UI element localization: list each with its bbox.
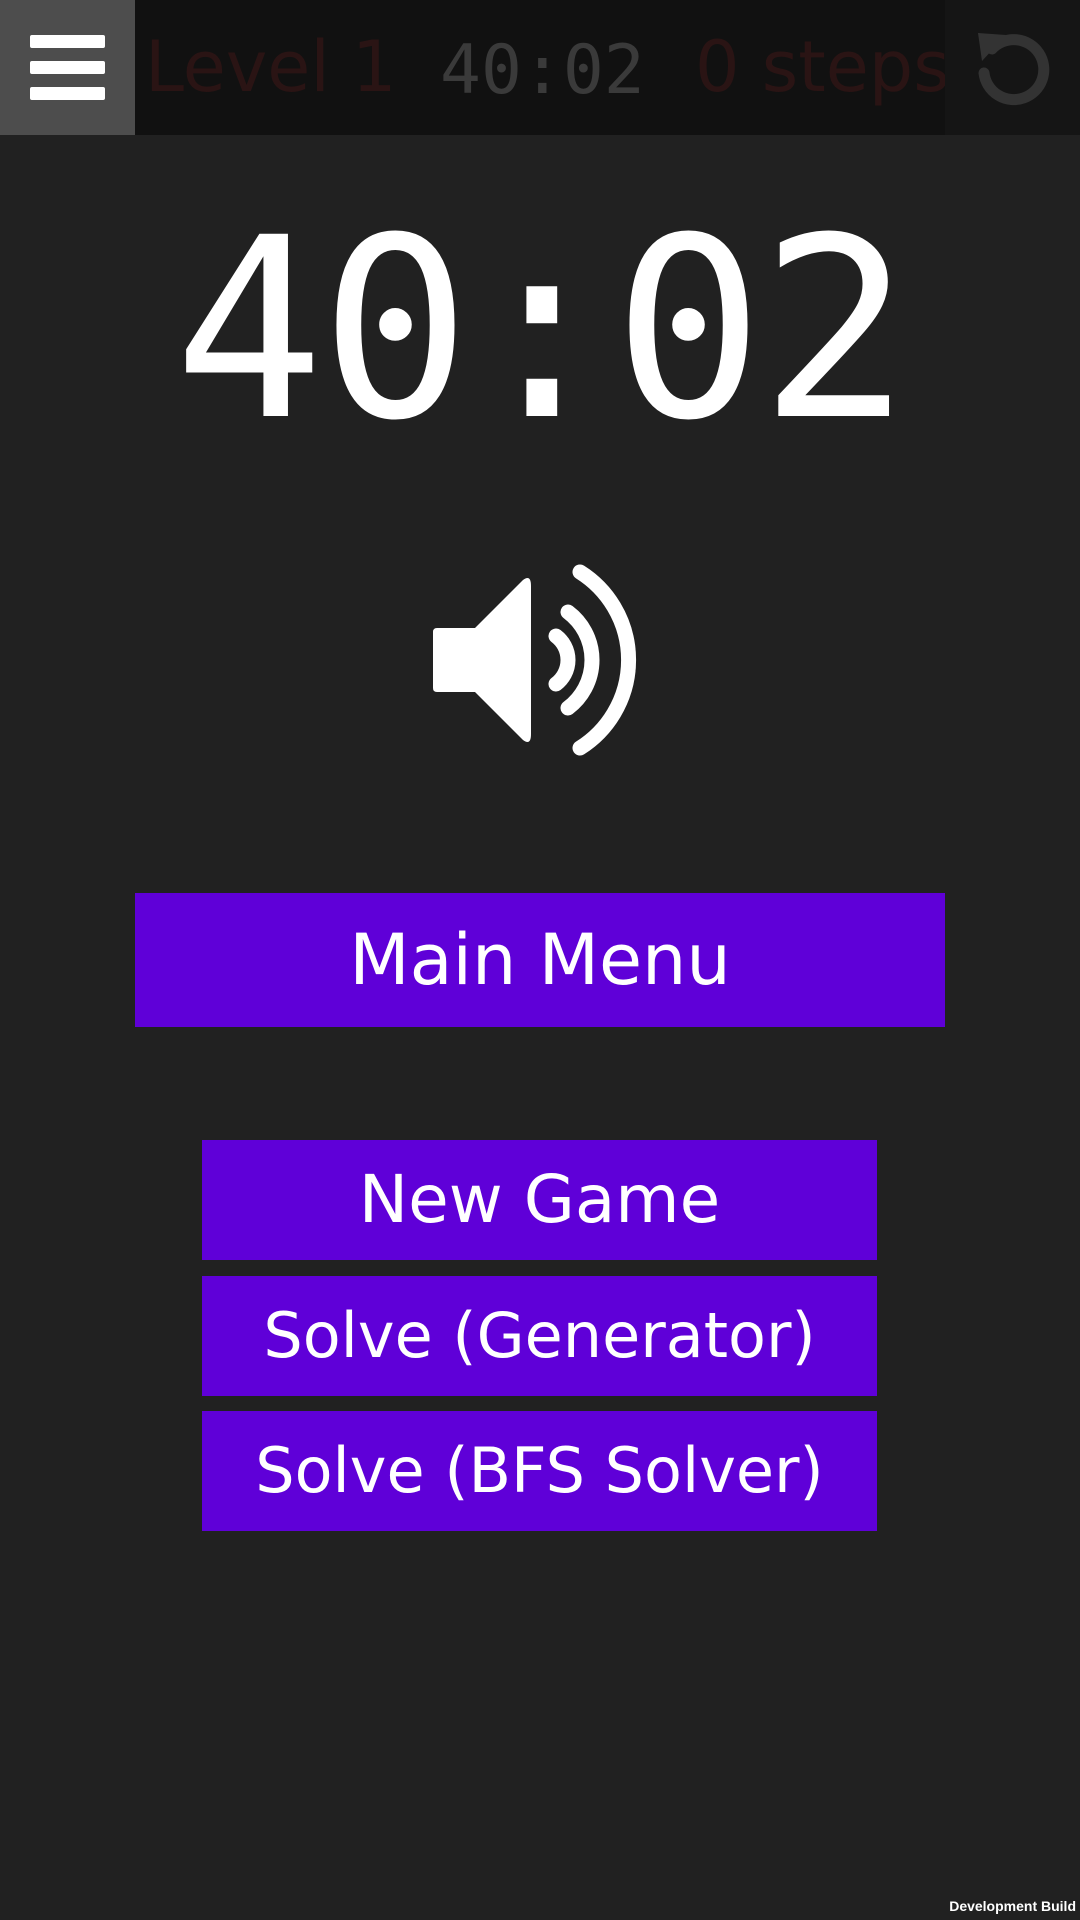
menu-button[interactable] (0, 0, 135, 135)
main-menu-button[interactable]: Main Menu (135, 893, 945, 1027)
top-bar: Level 1 40:02 0 steps (0, 0, 1080, 135)
solve-bfs-button[interactable]: Solve (BFS Solver) (202, 1411, 877, 1531)
sound-toggle-button[interactable] (425, 560, 655, 760)
main-timer: 40:02 (173, 184, 911, 475)
new-game-button[interactable]: New Game (202, 1140, 877, 1260)
restart-button[interactable] (945, 0, 1080, 135)
speaker-volume-icon (433, 564, 636, 756)
game-screen: Level 1 40:02 0 steps 40:02 Main Menu Ne… (0, 0, 1080, 1920)
development-build-label: Development Build (949, 1898, 1076, 1914)
steps-counter: 0 steps (695, 26, 950, 108)
restart-icon (978, 33, 1050, 106)
header-timer: 40:02 (440, 31, 645, 110)
solve-generator-button[interactable]: Solve (Generator) (202, 1276, 877, 1396)
level-label: Level 1 (145, 26, 397, 108)
